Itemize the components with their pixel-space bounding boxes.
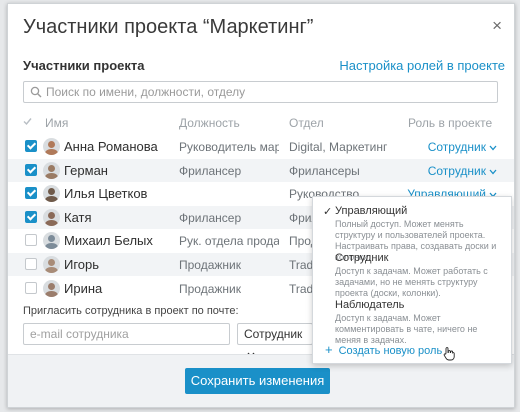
search-icon (30, 86, 42, 98)
close-icon[interactable]: × (492, 17, 502, 34)
chevron-down-icon (489, 169, 497, 175)
member-position: Продажник (179, 281, 241, 296)
role-option-employee[interactable]: Сотрудник Доступ к задачам. Может работа… (335, 252, 505, 299)
select-all-check-icon[interactable] (23, 117, 32, 126)
member-name: Михаил Белых (64, 233, 153, 249)
avatar (43, 208, 60, 226)
avatar (43, 185, 60, 203)
member-checkbox[interactable] (25, 187, 37, 200)
member-name: Катя (64, 209, 92, 225)
header-name[interactable]: Имя (45, 116, 68, 130)
create-role-button[interactable]: + Создать новую роль (325, 342, 442, 357)
avatar (43, 279, 60, 297)
email-input[interactable] (30, 326, 220, 342)
member-position: Руководитель марке... (179, 140, 279, 154)
invite-role-select[interactable]: Сотрудник (237, 323, 313, 358)
member-position: Продажник (179, 258, 241, 272)
member-name: Герман (64, 162, 108, 178)
member-checkbox[interactable] (25, 210, 37, 223)
role-dropdown: ✓ Управляющий Полный доступ. Может менят… (312, 196, 512, 364)
member-name: Ирина (64, 280, 103, 296)
role-option-title: Сотрудник (335, 252, 389, 264)
member-department: Digital, Маркетинг (289, 140, 388, 154)
header-role[interactable]: Роль в проекте (408, 116, 492, 130)
project-members-dialog: Участники проекта “Маркетинг” × Участник… (7, 3, 515, 408)
dialog-title: Участники проекта “Маркетинг” (23, 16, 314, 38)
avatar (43, 256, 60, 273)
member-role-select[interactable]: Сотрудник (428, 140, 497, 154)
member-position: Рук. отдела продаж (179, 234, 279, 249)
check-icon: ✓ (323, 206, 333, 218)
member-role-value: Сотрудник (427, 163, 486, 178)
member-name: Анна Романова (64, 139, 158, 154)
member-checkbox[interactable] (25, 281, 37, 294)
table-row[interactable]: Анна Романова Руководитель марке... Digita… (8, 135, 514, 158)
member-name: Илья Цветков (64, 186, 148, 202)
member-role-value: Сотрудник (427, 140, 486, 154)
role-option-observer[interactable]: Наблюдатель Доступ к задачам. Может комм… (335, 299, 505, 346)
member-position: Фрилансер (179, 210, 242, 225)
header-department[interactable]: Отдел (289, 116, 324, 130)
table-header: Имя Должность Отдел Роль в проекте (8, 110, 514, 134)
search-input[interactable] (46, 84, 486, 100)
avatar (43, 161, 60, 179)
member-checkbox[interactable] (25, 234, 37, 247)
header-position[interactable]: Должность (179, 116, 240, 130)
member-checkbox[interactable] (25, 163, 37, 176)
section-title: Участники проекта (23, 58, 145, 73)
role-option-title: Наблюдатель (335, 299, 405, 311)
create-role-label: Создать новую роль (338, 345, 443, 357)
project-roles-settings-link[interactable]: Настройка ролей в проекте (339, 58, 505, 73)
member-checkbox[interactable] (25, 258, 37, 270)
member-department: Фрилансеры (289, 163, 360, 178)
invite-label: Пригласить сотрудника в проект по почте: (23, 305, 239, 317)
avatar (43, 232, 60, 250)
member-checkbox[interactable] (25, 140, 37, 152)
member-role-select[interactable]: Сотрудник (428, 164, 497, 178)
table-row[interactable]: Герман Фрилансер Фрилансеры Сотрудник (8, 158, 514, 182)
invite-role-value: Сотрудник (244, 327, 303, 341)
plus-icon: + (325, 342, 333, 357)
member-position: Фрилансер (179, 163, 242, 178)
avatar (43, 138, 60, 155)
search-field[interactable] (23, 81, 498, 103)
save-changes-button[interactable]: Сохранить изменения (185, 368, 330, 394)
email-field[interactable] (23, 323, 230, 345)
member-name: Игорь (64, 257, 100, 272)
role-option-description: Доступ к задачам. Может работать с задач… (335, 266, 488, 298)
role-option-title: Управляющий (335, 205, 408, 217)
chevron-down-icon (489, 145, 497, 151)
hand-cursor-icon (443, 347, 455, 361)
